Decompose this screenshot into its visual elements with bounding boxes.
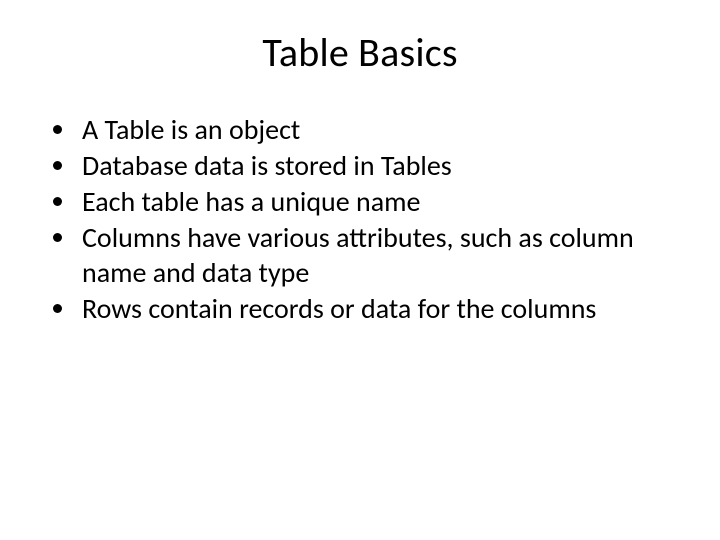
list-item: Database data is stored in Tables [78, 149, 670, 185]
bullet-list: A Table is an object Database data is st… [50, 113, 670, 328]
list-item: A Table is an object [78, 113, 670, 149]
list-item: Columns have various attributes, such as… [78, 221, 670, 291]
slide: Table Basics A Table is an object Databa… [0, 0, 720, 540]
list-item: Rows contain records or data for the col… [78, 292, 670, 328]
list-item: Each table has a unique name [78, 185, 670, 221]
slide-title: Table Basics [50, 28, 670, 77]
